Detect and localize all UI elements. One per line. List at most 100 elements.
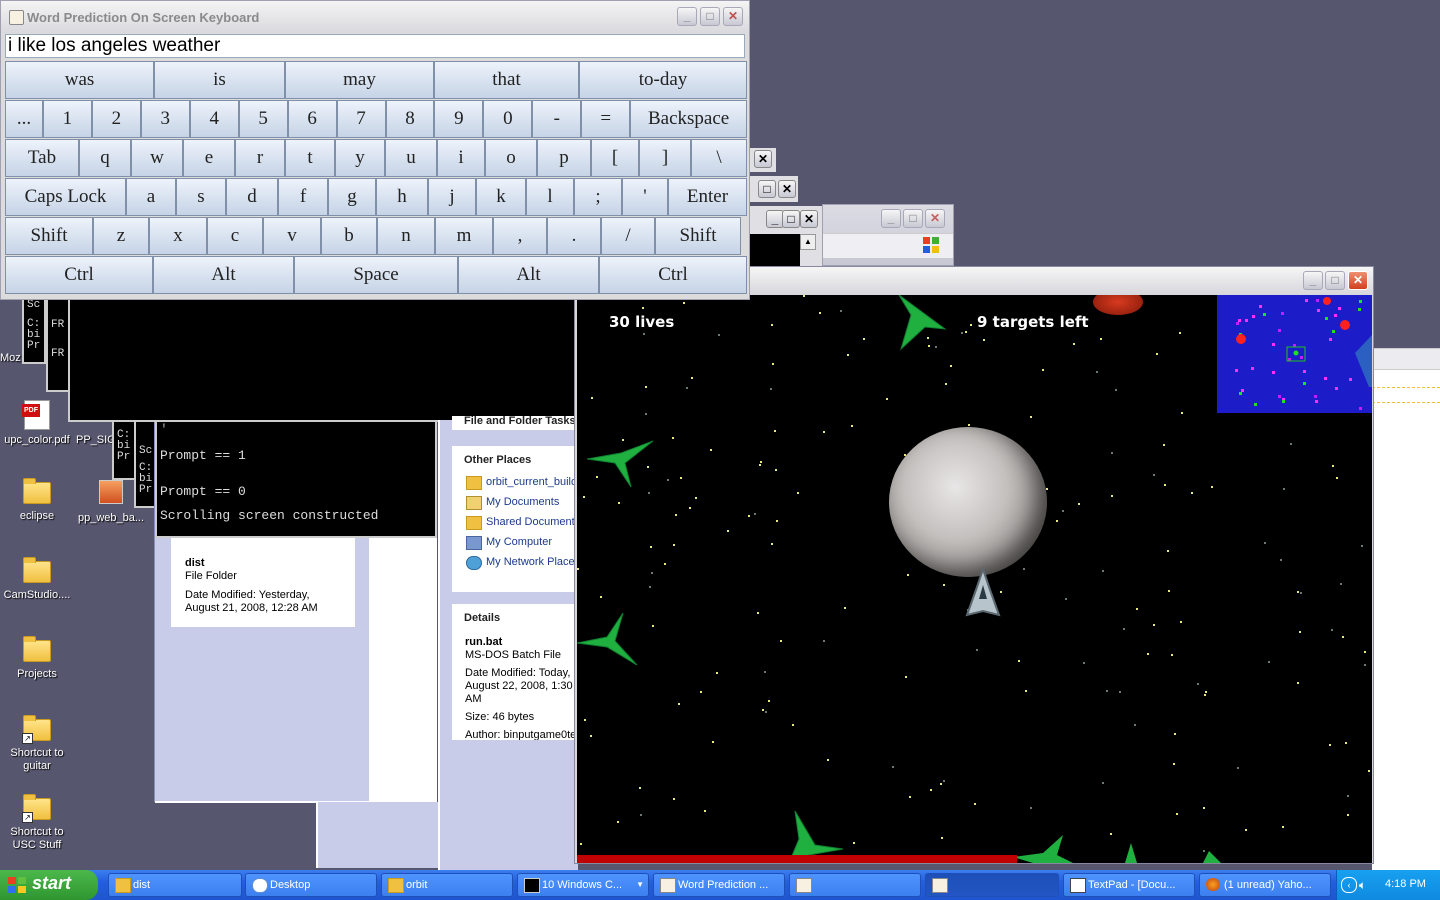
key[interactable]: [: [591, 139, 639, 177]
desktop-icon-upc-pdf[interactable]: PDF upc_color.pdf: [0, 400, 74, 447]
key[interactable]: ]: [639, 139, 691, 177]
volume-icon[interactable]: 🔈︎: [1359, 878, 1366, 893]
maximize-button[interactable]: □: [758, 180, 776, 198]
shift-key[interactable]: Shift: [5, 217, 93, 255]
key[interactable]: o: [485, 139, 537, 177]
tray-expand-icon[interactable]: ‹: [1341, 877, 1357, 893]
console-window-stub[interactable]: Sc C: bi Pr: [22, 298, 46, 364]
keyboard-titlebar[interactable]: Word Prediction On Screen Keyboard _ □ ✕: [1, 1, 749, 33]
key[interactable]: 8: [385, 100, 435, 138]
key[interactable]: e: [183, 139, 235, 177]
desktop-icon-eclipse[interactable]: eclipse: [0, 478, 74, 523]
maximize-button[interactable]: □: [903, 209, 923, 228]
place-my-computer[interactable]: My Computer: [452, 532, 580, 552]
key[interactable]: \: [691, 139, 747, 177]
minimize-button[interactable]: _: [1303, 271, 1323, 290]
key[interactable]: r: [235, 139, 285, 177]
text-input[interactable]: i like los angeles weather: [5, 34, 745, 58]
key[interactable]: 7: [336, 100, 386, 138]
close-button[interactable]: ✕: [925, 209, 945, 228]
scroll-up-arrow[interactable]: ▲: [800, 234, 816, 250]
background-window-fragment[interactable]: _ □ ✕ ▲: [748, 206, 822, 266]
desktop-icon-guitar-shortcut[interactable]: ↗ Shortcut to guitar: [0, 715, 74, 773]
place-orbit-current-build[interactable]: orbit_current_build: [452, 472, 580, 492]
console-window[interactable]: ' Prompt == 1 Prompt == 0 Scrolling scre…: [155, 420, 437, 538]
shift-key[interactable]: Shift: [655, 217, 741, 255]
taskbar-item-dist[interactable]: dist: [108, 873, 242, 897]
key[interactable]: 2: [91, 100, 141, 138]
key[interactable]: /: [601, 217, 655, 255]
key[interactable]: h: [376, 178, 428, 216]
backspace-key[interactable]: Backspace: [630, 100, 748, 138]
key[interactable]: v: [263, 217, 321, 255]
key[interactable]: j: [428, 178, 476, 216]
maximize-button[interactable]: □: [700, 7, 720, 26]
key[interactable]: k: [476, 178, 526, 216]
key[interactable]: 5: [238, 100, 288, 138]
key[interactable]: b: [321, 217, 377, 255]
start-button[interactable]: start: [0, 870, 98, 900]
game-window[interactable]: _ □ ✕ 30 lives 9 targets left: [574, 266, 1374, 864]
key[interactable]: -: [532, 100, 582, 138]
key[interactable]: g: [328, 178, 376, 216]
key[interactable]: 9: [434, 100, 484, 138]
key[interactable]: q: [79, 139, 131, 177]
caps-lock-key[interactable]: Caps Lock: [5, 178, 126, 216]
place-my-documents[interactable]: My Documents: [452, 492, 580, 512]
suggestion-button[interactable]: that: [434, 61, 579, 99]
key[interactable]: 1: [42, 100, 92, 138]
desktop-icon-projects[interactable]: Projects: [0, 636, 74, 681]
place-my-network-places[interactable]: My Network Places: [452, 552, 580, 572]
key[interactable]: =: [581, 100, 631, 138]
key[interactable]: c: [207, 217, 263, 255]
key[interactable]: l: [526, 178, 574, 216]
key[interactable]: n: [377, 217, 435, 255]
close-button[interactable]: ✕: [778, 180, 796, 198]
key[interactable]: ;: [574, 178, 622, 216]
key[interactable]: ...: [5, 100, 43, 138]
alt-key[interactable]: Alt: [153, 256, 294, 294]
taskbar-item-yahoo-mail[interactable]: (1 unread) Yaho...: [1199, 873, 1331, 897]
key[interactable]: y: [335, 139, 385, 177]
alt-key[interactable]: Alt: [458, 256, 599, 294]
key[interactable]: s: [176, 178, 226, 216]
key[interactable]: ': [622, 178, 668, 216]
console-window-stub[interactable]: FR FR: [46, 298, 70, 392]
tab-key[interactable]: Tab: [5, 139, 79, 177]
taskbar-item-word-prediction[interactable]: Word Prediction ...: [653, 873, 785, 897]
desktop-icon-camstudio[interactable]: CamStudio....: [0, 557, 74, 602]
close-button[interactable]: ✕: [1348, 271, 1368, 290]
taskbar-item-windows-console-group[interactable]: 10 Windows C... ▼: [517, 873, 649, 897]
taskbar-item-game[interactable]: [925, 873, 1059, 897]
explorer-window-orbit[interactable]: File and Folder Tasks Other Places orbit…: [438, 416, 580, 870]
ctrl-key[interactable]: Ctrl: [599, 256, 747, 294]
key[interactable]: x: [149, 217, 207, 255]
key[interactable]: w: [131, 139, 183, 177]
taskbar-item-java-app[interactable]: [789, 873, 921, 897]
maximize-button[interactable]: □: [782, 210, 800, 228]
key[interactable]: z: [93, 217, 149, 255]
desktop-icon-pp-sig[interactable]: PP_SIG: [76, 434, 116, 447]
close-button[interactable]: ✕: [800, 210, 818, 228]
taskbar-item-desktop[interactable]: Desktop: [245, 873, 377, 897]
maximize-button[interactable]: □: [1325, 271, 1345, 290]
suggestion-button[interactable]: is: [154, 61, 285, 99]
minimize-button[interactable]: _: [881, 209, 901, 228]
key[interactable]: m: [435, 217, 493, 255]
taskbar-item-textpad[interactable]: TextPad - [Docu...: [1063, 873, 1195, 897]
enter-key[interactable]: Enter: [668, 178, 747, 216]
suggestion-button[interactable]: was: [5, 61, 154, 99]
key[interactable]: 3: [140, 100, 190, 138]
key[interactable]: .: [547, 217, 601, 255]
key[interactable]: 4: [189, 100, 239, 138]
background-window-fragment[interactable]: ✕: [748, 148, 776, 172]
game-canvas[interactable]: 30 lives 9 targets left: [577, 295, 1372, 863]
key[interactable]: 6: [287, 100, 337, 138]
minimize-button[interactable]: _: [677, 7, 697, 26]
key[interactable]: f: [278, 178, 328, 216]
key[interactable]: i: [437, 139, 485, 177]
textpad-window-fragment[interactable]: [1372, 348, 1440, 871]
place-shared-documents[interactable]: Shared Documents: [452, 512, 580, 532]
suggestion-button[interactable]: may: [285, 61, 434, 99]
desktop-icon-mozilla[interactable]: Moz: [0, 352, 24, 365]
